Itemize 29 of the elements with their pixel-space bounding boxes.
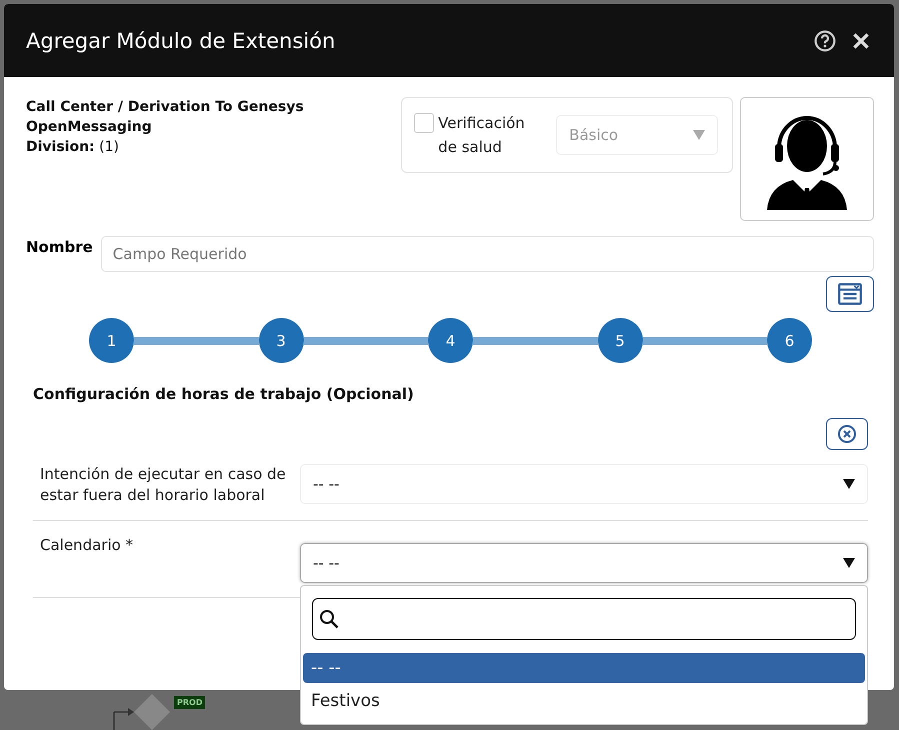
select-field[interactable]: -- -- <box>300 543 868 583</box>
name-input[interactable]: Campo Requerido <box>100 236 874 272</box>
step-circle[interactable]: 1 <box>89 318 134 363</box>
search-icon <box>319 609 339 629</box>
health-check-checkbox[interactable] <box>414 113 434 133</box>
step-circle[interactable]: 3 <box>258 318 304 363</box>
search-field[interactable] <box>312 598 856 640</box>
close-circle-icon <box>837 424 857 444</box>
dialog-title: Agregar Módulo de Extensión <box>26 28 336 52</box>
dropdown-option[interactable]: -- -- <box>303 653 865 683</box>
module-name: Call Center / Derivation To Genesys OpenMessaging <box>26 98 305 137</box>
select-field[interactable]: -- -- <box>300 464 868 504</box>
division-label: Division: <box>26 139 95 155</box>
division-value: (1) <box>99 139 119 155</box>
field-label: Intención de ejecutar en caso de estar fuera del horario laboral <box>40 464 287 506</box>
form-icon <box>837 281 863 307</box>
clear-button[interactable] <box>826 418 868 450</box>
field-label: Calendario * <box>40 535 134 556</box>
health-check-label: Verificación de salud <box>438 113 526 158</box>
diagram-node-drawing <box>112 692 172 730</box>
section-title: Configuración de horas de trabajo (Opcional) <box>33 385 415 403</box>
save-button[interactable] <box>826 276 874 312</box>
step-circle[interactable]: 6 <box>767 318 812 363</box>
environment-badge: PROD <box>174 696 206 709</box>
name-label: Nombre <box>26 237 93 256</box>
step-circle[interactable]: 5 <box>598 318 642 363</box>
help-icon[interactable] <box>814 30 836 52</box>
step-circle[interactable]: 4 <box>428 318 473 363</box>
dropdown-option[interactable]: Festivos <box>303 686 865 716</box>
